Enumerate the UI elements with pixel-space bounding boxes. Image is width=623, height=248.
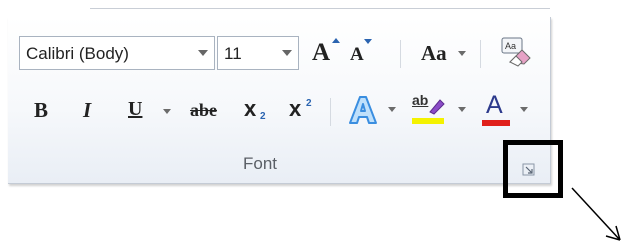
shrink-font-icon: A (350, 44, 364, 65)
clear-formatting-button[interactable]: Aa (496, 34, 536, 70)
strikethrough-icon: abe (190, 100, 217, 120)
italic-button[interactable]: I (76, 94, 104, 128)
underline-icon: U (128, 98, 143, 120)
chevron-down-icon (520, 107, 528, 112)
subscript-icon: x (244, 96, 257, 121)
grow-font-button[interactable]: A (308, 36, 342, 70)
chevron-down-icon (163, 109, 171, 114)
separator (330, 98, 331, 126)
chevron-down-icon (458, 51, 466, 56)
ribbon-top-border (90, 8, 550, 9)
change-case-button[interactable]: Aa (418, 36, 468, 70)
chevron-down-icon (388, 107, 396, 112)
font-size-value: 11 (224, 44, 242, 63)
superscript-index: 2 (306, 98, 312, 109)
chevron-down-icon (282, 50, 292, 56)
italic-icon: I (83, 98, 92, 122)
superscript-button[interactable]: x 2 (284, 94, 318, 128)
svg-text:Aa: Aa (505, 41, 516, 51)
text-effects-button[interactable] (344, 92, 400, 128)
bold-button[interactable]: B (28, 94, 56, 128)
chevron-down-icon (458, 107, 466, 112)
shrink-font-button[interactable]: A (344, 36, 378, 70)
highlight-color-swatch (412, 118, 444, 124)
down-arrow-icon (364, 39, 372, 44)
font-name-dropdown[interactable]: Calibri (Body) (19, 36, 215, 70)
subscript-button[interactable]: x 2 (240, 94, 274, 128)
separator (480, 40, 481, 68)
chevron-down-icon (198, 50, 208, 56)
grow-font-icon: A (312, 39, 331, 66)
subscript-index: 2 (260, 111, 266, 122)
font-group-label: Font (242, 154, 278, 173)
change-case-icon: Aa (421, 41, 447, 65)
font-color-icon: A (486, 91, 503, 119)
text-effects-icon (349, 96, 377, 124)
strikethrough-button[interactable]: abe (188, 94, 230, 128)
up-arrow-icon (332, 38, 340, 43)
font-name-value: Calibri (Body) (26, 44, 129, 63)
superscript-icon: x (289, 96, 302, 121)
clear-formatting-icon: Aa (501, 37, 531, 67)
bold-icon: B (34, 98, 49, 122)
font-size-dropdown[interactable]: 11 (217, 36, 299, 70)
font-color-button[interactable]: A (480, 91, 536, 128)
highlight-box (503, 140, 563, 198)
separator (400, 40, 401, 68)
underline-button[interactable]: U (122, 94, 172, 128)
text-highlight-button[interactable]: ab (410, 92, 470, 128)
marker-icon (429, 99, 445, 115)
font-color-swatch (482, 120, 510, 126)
